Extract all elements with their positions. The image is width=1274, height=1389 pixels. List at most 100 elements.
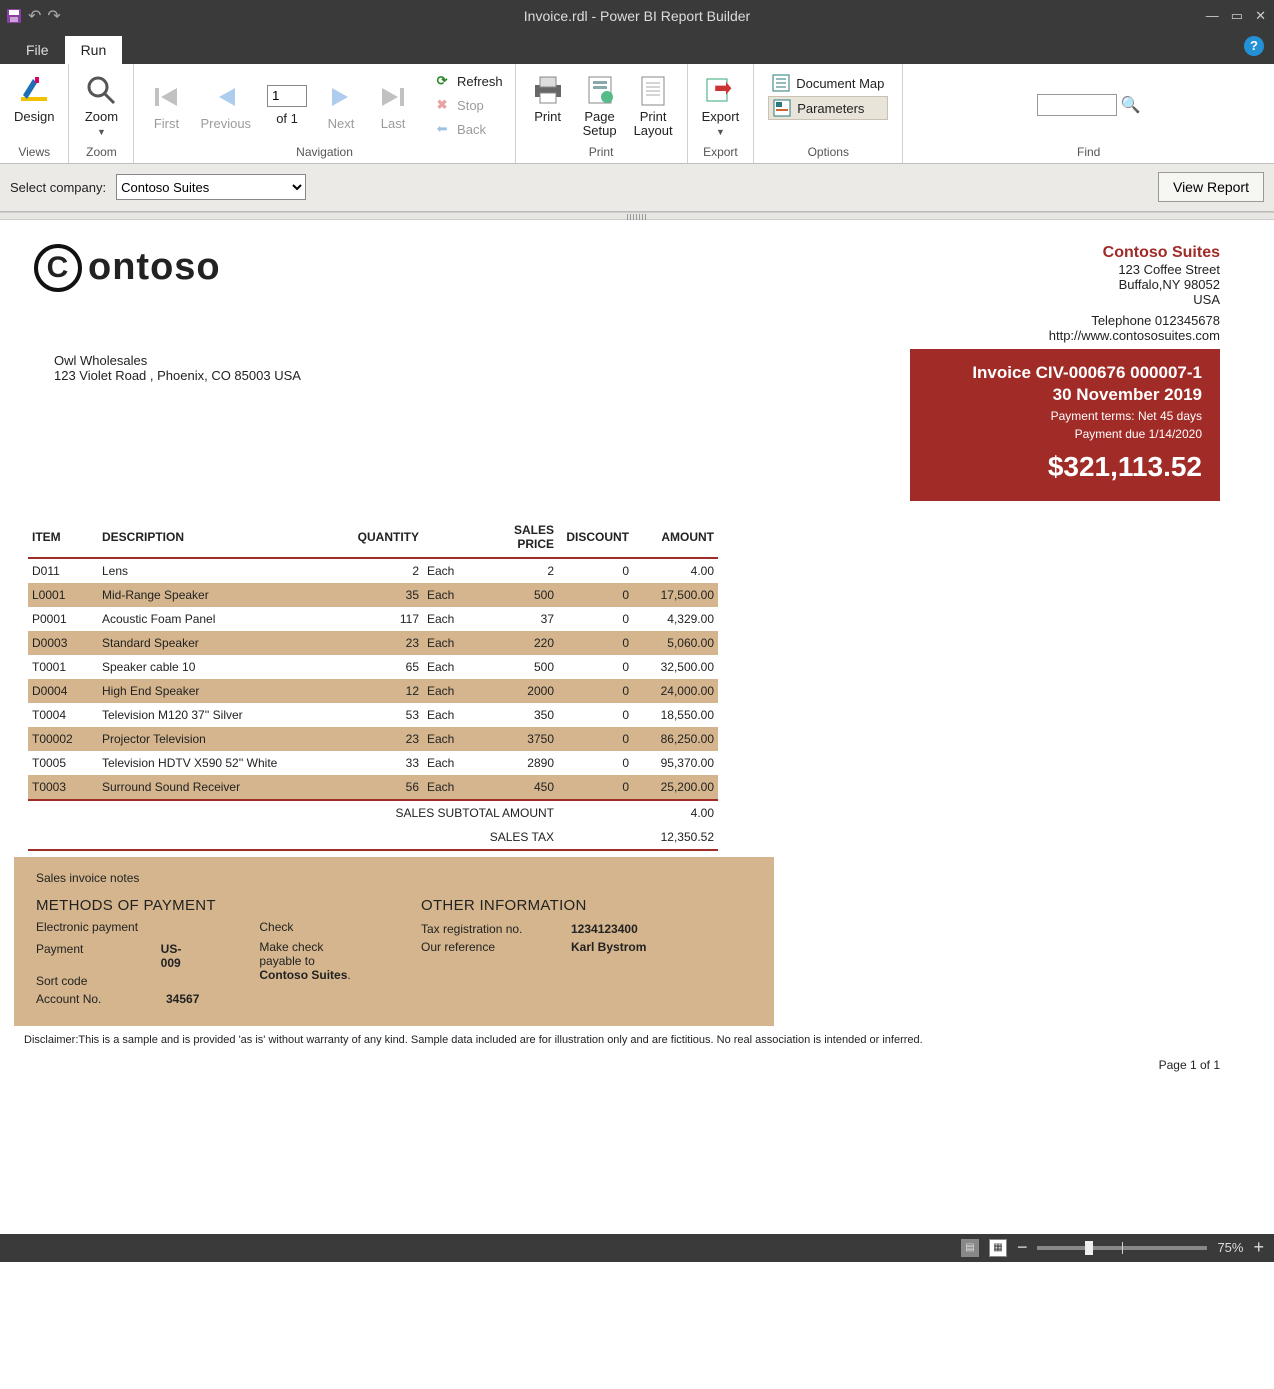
company-phone: Telephone 012345678 [1049,313,1220,328]
group-print-label: Print [589,143,614,161]
nav-first-button[interactable]: First [142,75,190,135]
company-select[interactable]: Contoso Suites [116,174,306,200]
close-button[interactable]: ✕ [1255,8,1266,24]
maximize-button[interactable]: ▭ [1231,8,1243,24]
methods-header: METHODS OF PAYMENT [36,897,361,914]
nav-previous-button[interactable]: Previous [194,75,257,135]
page-number: Page 1 of 1 [14,1054,1260,1082]
check-text: Make check payable to Contoso Suites. [259,940,361,982]
refresh-icon: ⟳ [433,72,451,90]
invoice-total: $321,113.52 [928,441,1202,483]
view-report-button[interactable]: View Report [1158,172,1264,202]
stop-icon: ✖ [433,96,451,114]
find-input[interactable] [1037,94,1117,116]
subtotal-label: SALES SUBTOTAL AMOUNT [28,800,558,825]
print-layout-button[interactable]: Print Layout [628,68,679,143]
document-map-icon [772,74,790,92]
print-button[interactable]: Print [524,68,572,128]
group-zoom-label: Zoom [86,143,117,161]
view-mode-normal-icon[interactable]: ▤ [961,1239,979,1257]
parameter-bar: Select company: Contoso Suites View Repo… [0,164,1274,212]
invoice-summary: Invoice CIV-000676 000007-1 30 November … [910,349,1220,501]
minimize-button[interactable]: — [1206,8,1219,24]
payment-v: US-009 [161,942,200,970]
invoice-date: 30 November 2019 [928,383,1202,405]
export-button[interactable]: Export▼ [696,68,746,143]
zoom-value: 75% [1217,1240,1243,1255]
page-setup-button[interactable]: Page Setup [576,68,624,143]
document-map-button[interactable]: Document Map [768,72,888,94]
design-icon [16,72,52,108]
ribbon: Design Views Zoom▼ Zoom First [0,64,1274,164]
parameters-button[interactable]: Parameters [768,96,888,120]
tab-file[interactable]: File [10,36,65,64]
print-icon [530,72,566,108]
parameters-icon [773,99,791,117]
binoculars-icon[interactable]: 🔍 [1121,95,1141,115]
table-row: L0001Mid-Range Speaker35Each500017,500.0… [28,583,718,607]
elec-label: Electronic payment [36,920,199,940]
invoice-number: Invoice CIV-000676 000007-1 [928,363,1202,383]
redo-icon[interactable]: ↷ [47,6,60,26]
last-icon [375,79,411,115]
company-logo: Contoso [34,244,284,292]
company-name: Contoso Suites [1049,244,1220,262]
col-desc: DESCRIPTION [98,517,353,558]
page-setup-icon [582,72,618,108]
group-views-label: Views [18,143,50,161]
save-icon[interactable] [6,8,22,24]
zoom-out-button[interactable]: − [1017,1237,1028,1258]
invoice-terms: Payment terms: Net 45 days [928,405,1202,423]
report-viewer: Contoso Contoso Suites 123 Coffee Street… [0,220,1274,1234]
payment-k: Payment [36,942,141,970]
col-unit [423,517,473,558]
tab-bar: File Run ? [0,32,1274,64]
design-button[interactable]: Design [8,68,60,128]
title-bar: ↶ ↷ Invoice.rdl - Power BI Report Builde… [0,0,1274,32]
page-of-label: of 1 [276,107,298,126]
col-item: ITEM [28,517,98,558]
ref-v: Karl Bystrom [571,940,646,954]
tab-run[interactable]: Run [65,36,123,64]
company-addr1: 123 Coffee Street [1049,262,1220,277]
window-title: Invoice.rdl - Power BI Report Builder [0,8,1274,24]
back-icon: ⬅ [433,120,451,138]
stop-button[interactable]: ✖Stop [429,94,507,116]
nav-last-button[interactable]: Last [369,75,417,135]
acct-v: 34567 [166,992,199,1006]
status-bar: ▤ ▦ − 75% + [0,1234,1274,1262]
undo-icon[interactable]: ↶ [28,6,41,26]
group-export-label: Export [703,143,738,161]
refresh-button[interactable]: ⟳Refresh [429,70,507,92]
back-button[interactable]: ⬅Back [429,118,507,140]
next-icon [323,79,359,115]
col-amount: AMOUNT [633,517,718,558]
zoom-button[interactable]: Zoom▼ [77,68,125,143]
param-label: Select company: [10,180,106,195]
other-header: OTHER INFORMATION [421,897,746,914]
zoom-slider[interactable] [1037,1246,1207,1250]
page-number-input[interactable] [267,85,307,107]
ref-k: Our reference [421,940,551,954]
company-addr2: Buffalo,NY 98052 [1049,277,1220,292]
splitter[interactable] [0,212,1274,220]
sort-k: Sort code [36,974,146,988]
table-row: P0001Acoustic Foam Panel117Each3704,329.… [28,607,718,631]
table-row: T0003Surround Sound Receiver56Each450025… [28,775,718,800]
nav-next-button[interactable]: Next [317,75,365,135]
invoice-due: Payment due 1/14/2020 [928,423,1202,441]
view-mode-layout-icon[interactable]: ▦ [989,1239,1007,1257]
billto-addr: 123 Violet Road , Phoenix, CO 85003 USA [54,368,301,383]
table-row: T0005Television HDTV X590 52'' White33Ea… [28,751,718,775]
help-icon[interactable]: ? [1244,36,1264,56]
company-country: USA [1049,292,1220,307]
table-row: T00002Projector Television23Each3750086,… [28,727,718,751]
zoom-in-button[interactable]: + [1253,1237,1264,1258]
notes-panel: Sales invoice notes METHODS OF PAYMENT E… [14,857,774,1026]
table-row: T0004Television M120 37'' Silver53Each35… [28,703,718,727]
table-row: D011Lens2Each204.00 [28,558,718,583]
acct-k: Account No. [36,992,146,1006]
group-nav-label: Navigation [296,143,353,161]
tax-value: 12,350.52 [633,825,718,850]
tax-label: SALES TAX [28,825,558,850]
